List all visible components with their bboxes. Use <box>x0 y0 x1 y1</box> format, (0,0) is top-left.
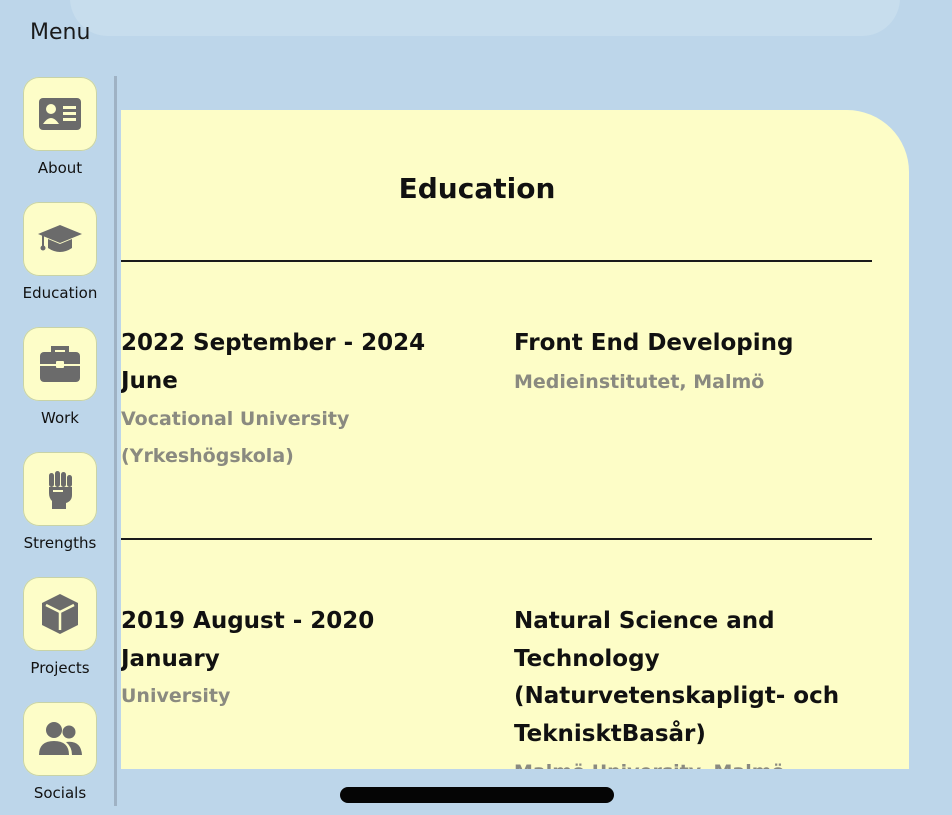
raised-fist-icon <box>49 471 72 509</box>
entry-type: (Yrkeshögskola) <box>121 445 294 467</box>
briefcase-icon <box>40 346 80 382</box>
nav-item-strengths[interactable]: Strengths <box>14 452 106 552</box>
entry-date-line: June <box>121 368 178 394</box>
home-indicator[interactable] <box>340 787 614 803</box>
nav-label-projects: Projects <box>30 659 90 677</box>
nav-item-projects[interactable]: Projects <box>14 577 106 677</box>
top-header-pill <box>70 0 900 36</box>
nav-item-about[interactable]: About <box>14 77 106 177</box>
entry-program: Front End Developing <box>514 330 794 356</box>
entry-program: TeknisktBasår) <box>514 721 706 747</box>
entry-date-line: 2022 September - 2024 <box>121 330 426 356</box>
entry-date-line: 2019 August - 2020 <box>121 608 375 634</box>
education-card: Education 2022 September - 2024 June Voc… <box>121 110 909 769</box>
entry-date-line: January <box>121 646 220 672</box>
nav-button-socials[interactable] <box>23 702 97 776</box>
nav-item-socials[interactable]: Socials <box>14 702 106 802</box>
nav-label-socials: Socials <box>33 784 87 802</box>
entry-school: Malmö University, Malmö <box>514 753 785 769</box>
entry-program: Technology <box>514 646 660 672</box>
cube-icon <box>42 594 78 634</box>
nav-item-work[interactable]: Work <box>14 327 106 427</box>
nav-button-education[interactable] <box>23 202 97 276</box>
nav-label-work: Work <box>41 409 79 427</box>
entry-type: University <box>121 685 231 707</box>
nav-label-education: Education <box>22 284 98 302</box>
entry-type: Vocational University <box>121 408 350 430</box>
nav-button-projects[interactable] <box>23 577 97 651</box>
entry-program: (Naturvetenskapligt- och <box>514 683 840 709</box>
sidebar-divider <box>114 76 117 806</box>
nav-label-about: About <box>37 159 83 177</box>
section-title: Education <box>398 172 556 205</box>
entry-program: Natural Science and <box>514 608 775 634</box>
entry-divider <box>121 538 872 540</box>
nav-button-about[interactable] <box>23 77 97 151</box>
graduation-cap-icon <box>38 225 82 252</box>
nav-button-strengths[interactable] <box>23 452 97 526</box>
menu-label: Menu <box>30 20 91 45</box>
id-card-icon <box>39 98 81 130</box>
entry-school: Medieinstitutet, Malmö <box>514 371 765 393</box>
section-divider <box>121 260 872 262</box>
users-icon <box>39 722 82 755</box>
nav-label-strengths: Strengths <box>23 534 97 552</box>
nav-button-work[interactable] <box>23 327 97 401</box>
nav-item-education[interactable]: Education <box>14 202 106 302</box>
